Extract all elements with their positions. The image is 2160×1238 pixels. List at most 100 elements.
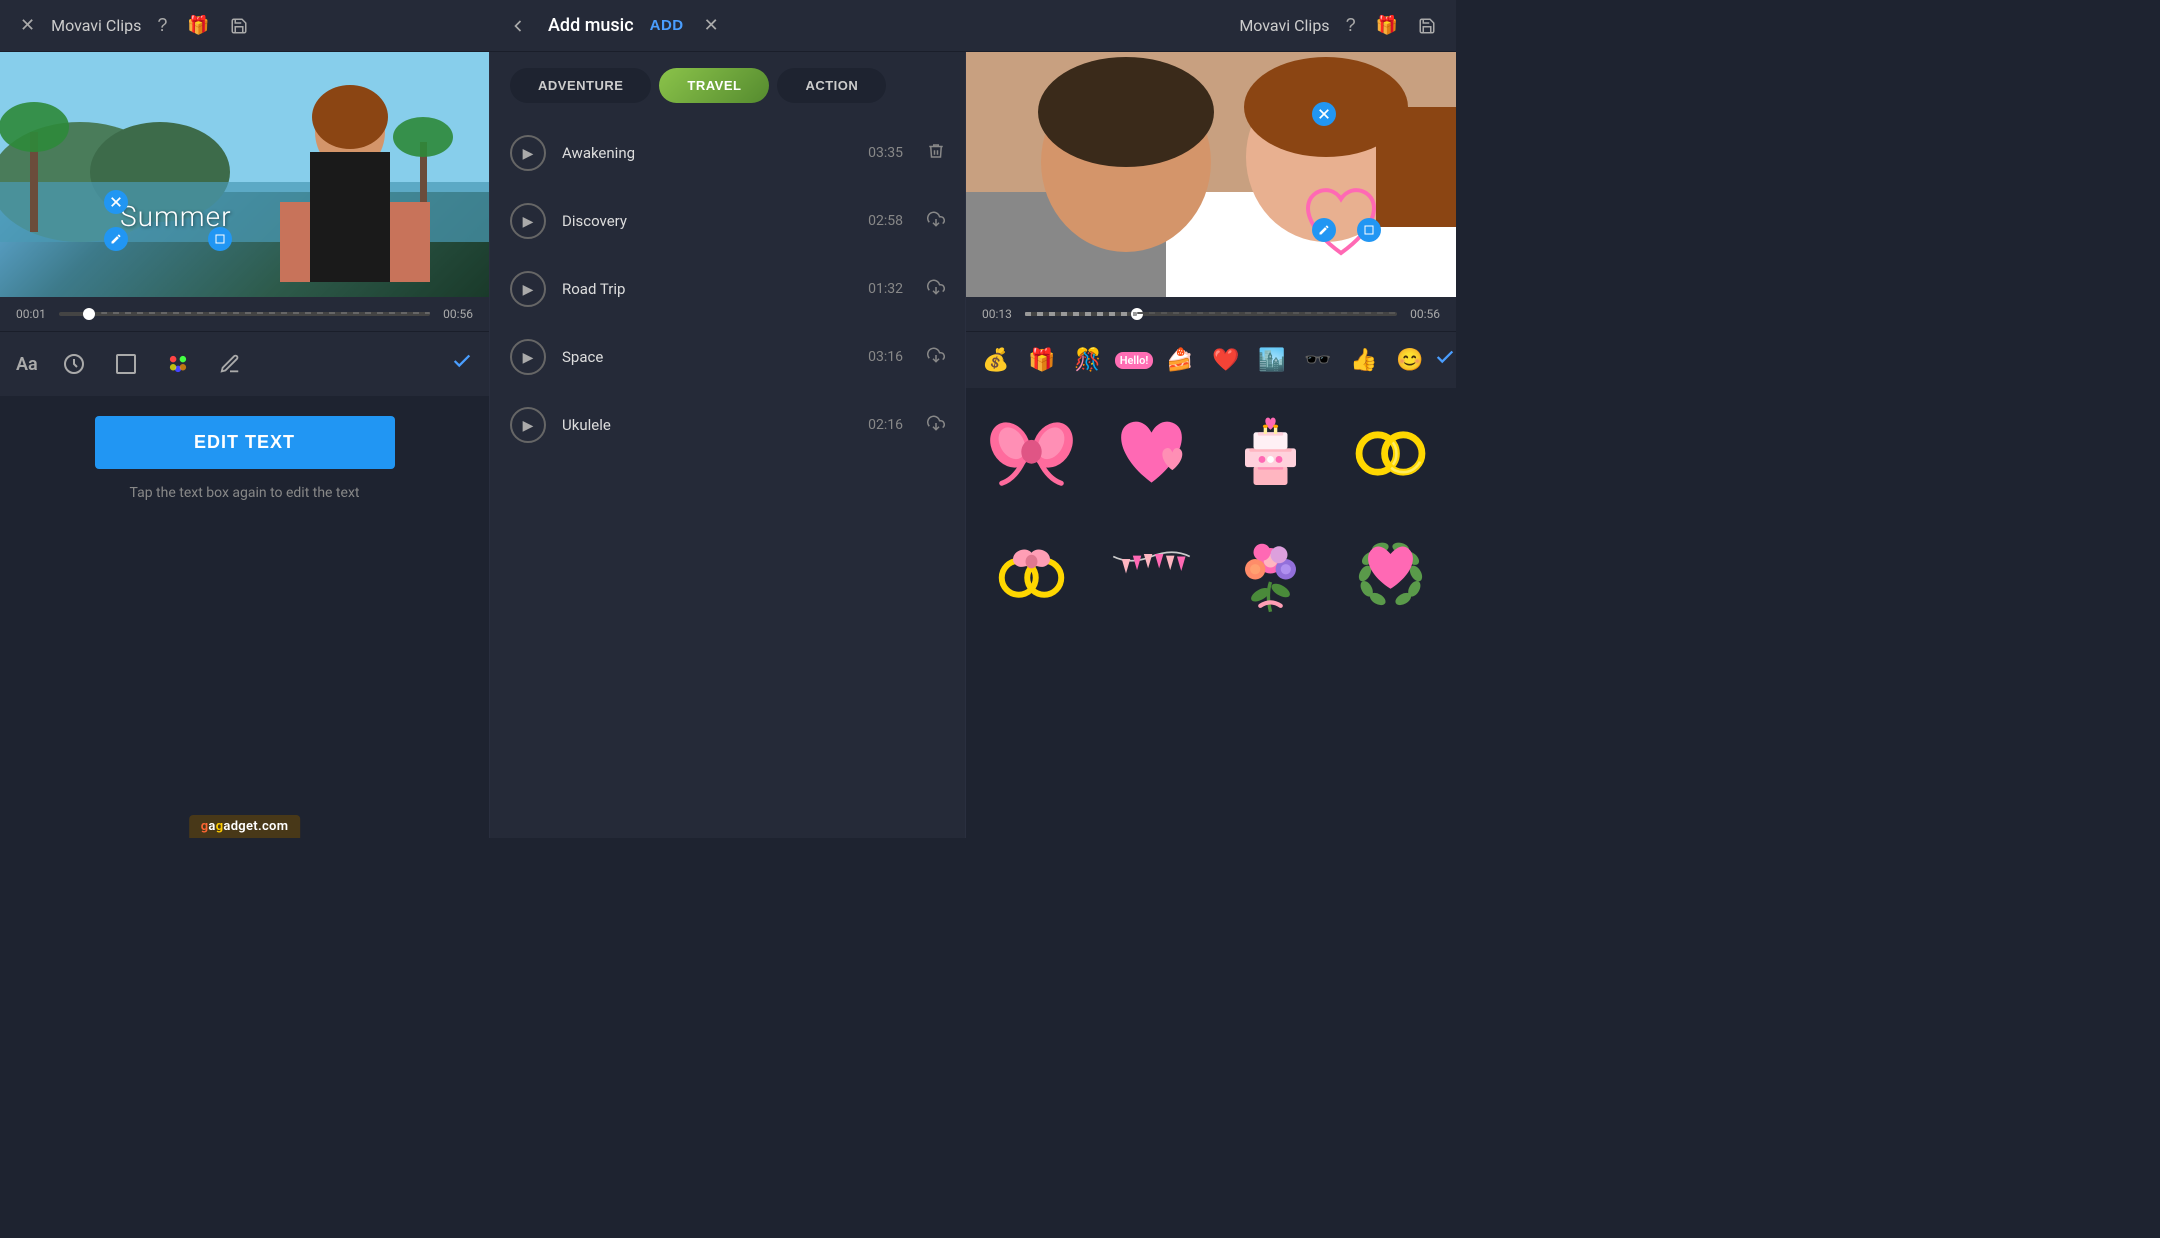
download-space-button[interactable] [927,346,945,369]
music-item-space[interactable]: ▶ Space 03:16 [498,323,957,391]
download-roadtrip-button[interactable] [927,278,945,301]
sticker-rings-with-ribbon[interactable] [978,520,1086,628]
text-resize-handle[interactable] [208,227,232,251]
sticker-sunglasses-button[interactable]: 🕶️ [1296,338,1340,382]
close-app-button[interactable]: ✕ [16,11,39,40]
music-name-roadtrip: Road Trip [562,280,852,298]
gift-button-left[interactable]: 🎁 [183,11,213,40]
save-button-right[interactable] [1414,13,1440,39]
music-name-discovery: Discovery [562,212,852,230]
timeline-start-right: 00:13 [982,307,1017,321]
sticker-flower-bouquet[interactable] [1217,520,1325,628]
help-button-left[interactable]: ? [153,11,171,40]
music-duration-awakening: 03:35 [868,145,903,161]
tab-action[interactable]: ACTION [777,68,886,103]
text-overlay-container: Summer [120,200,232,233]
frame-style-button[interactable] [102,340,150,388]
sticker-gift-button[interactable]: 🎁 [1020,338,1064,382]
close-music-button[interactable]: ✕ [700,11,723,40]
music-item-discovery[interactable]: ▶ Discovery 02:58 [498,187,957,255]
play-roadtrip-button[interactable]: ▶ [510,271,546,307]
save-button-left[interactable] [226,13,252,39]
video-background: Summer [0,52,489,297]
text-edit-handle[interactable] [104,227,128,251]
sticker-grid [966,388,1456,838]
watermark-g: g [201,819,209,834]
watermark-a2: g [216,819,224,834]
watermark-a1: a [208,819,215,834]
edit-text-section: EDIT TEXT Tap the text box again to edit… [0,396,489,521]
music-name-awakening: Awakening [562,144,852,162]
sticker-party-button[interactable]: 🎊 [1066,338,1110,382]
panel-title: Add music [548,15,634,36]
confirm-sticker-button[interactable] [1434,346,1456,374]
timeline-track-left[interactable] [59,312,430,316]
app-title-right: Movavi Clips [1239,16,1329,35]
header-center: Add music ADD ✕ [484,11,972,40]
play-space-button[interactable]: ▶ [510,339,546,375]
tab-adventure[interactable]: ADVENTURE [510,68,651,103]
left-toolbar: Aa [0,331,489,396]
sticker-wedding-rings-gold[interactable] [1337,400,1445,508]
left-timeline: 00:01 00:56 [0,297,489,331]
sticker-bunting-flags[interactable] [1098,520,1206,628]
confirm-text-button[interactable] [451,350,473,378]
text-close-button[interactable] [104,190,128,214]
right-video-preview [966,52,1456,297]
play-ukulele-button[interactable]: ▶ [510,407,546,443]
sticker-thumbs-button[interactable]: 👍 [1342,338,1386,382]
music-list: ▶ Awakening 03:35 ▶ Discovery 02:58 [490,119,965,838]
tab-travel[interactable]: TRAVEL [659,68,769,103]
play-awakening-button[interactable]: ▶ [510,135,546,171]
pen-button[interactable] [206,340,254,388]
sticker-wedding-cake[interactable] [1217,400,1325,508]
timeline-track-right[interactable] [1025,312,1397,316]
sticker-cake-small-button[interactable]: 🍰 [1158,338,1202,382]
sticker-city-button[interactable]: 🏙️ [1250,338,1294,382]
music-item-roadtrip[interactable]: ▶ Road Trip 01:32 [498,255,957,323]
help-button-right[interactable]: ? [1342,11,1360,40]
text-style-button[interactable]: Aa [16,354,38,375]
sticker-heart-button[interactable]: ❤️ [1204,338,1248,382]
back-button[interactable] [504,12,532,40]
delete-awakening-button[interactable] [927,142,945,165]
app-title-left: Movavi Clips [51,16,141,35]
sticker-ribbon-bow[interactable] [978,400,1086,508]
clock-style-button[interactable] [50,340,98,388]
music-duration-discovery: 02:58 [868,213,903,229]
timeline-playhead [83,308,95,320]
sticker-heart-wreath[interactable] [1337,520,1445,628]
gift-button-right[interactable]: 🎁 [1372,11,1402,40]
sticker-close-button[interactable] [1312,102,1336,126]
music-name-ukulele: Ukulele [562,416,852,434]
sticker-resize-handle[interactable] [1357,218,1381,242]
music-item-ukulele[interactable]: ▶ Ukulele 02:16 [498,391,957,459]
left-panel: Summer 00:01 00:56 [0,52,490,838]
palette-button[interactable] [154,340,202,388]
watermark-rest: adget.com [223,819,288,834]
music-panel: ADVENTURE TRAVEL ACTION ▶ Awakening 03:3… [490,52,966,838]
download-discovery-button[interactable] [927,210,945,233]
music-duration-ukulele: 02:16 [868,417,903,433]
top-header: ✕ Movavi Clips ? 🎁 Add music ADD ✕ Movav… [0,0,1456,52]
watermark: gagadget.com [189,815,301,838]
music-item-awakening[interactable]: ▶ Awakening 03:35 [498,119,957,187]
music-name-space: Space [562,348,852,366]
add-music-button[interactable]: ADD [650,17,684,34]
sticker-emoji-button[interactable]: 😊 [1388,338,1432,382]
right-timeline: 00:13 00:56 [966,297,1456,331]
sticker-toolbar: 💰 🎁 🎊 Hello! 🍰 ❤️ 🏙️ 🕶️ 👍 😊 [966,331,1456,388]
timeline-start-left: 00:01 [16,307,51,321]
download-ukulele-button[interactable] [927,414,945,437]
sticker-heart-pink[interactable] [1098,400,1206,508]
sticker-money-button[interactable]: 💰 [974,338,1018,382]
music-duration-space: 03:16 [868,349,903,365]
sticker-hello-button[interactable]: Hello! [1112,338,1156,382]
play-discovery-button[interactable]: ▶ [510,203,546,239]
music-duration-roadtrip: 01:32 [868,281,903,297]
left-video-preview: Summer [0,52,489,297]
sticker-edit-handle[interactable] [1312,218,1336,242]
header-left: ✕ Movavi Clips ? 🎁 [16,11,484,40]
header-right: Movavi Clips ? 🎁 [972,11,1440,40]
edit-text-button[interactable]: EDIT TEXT [95,416,395,469]
